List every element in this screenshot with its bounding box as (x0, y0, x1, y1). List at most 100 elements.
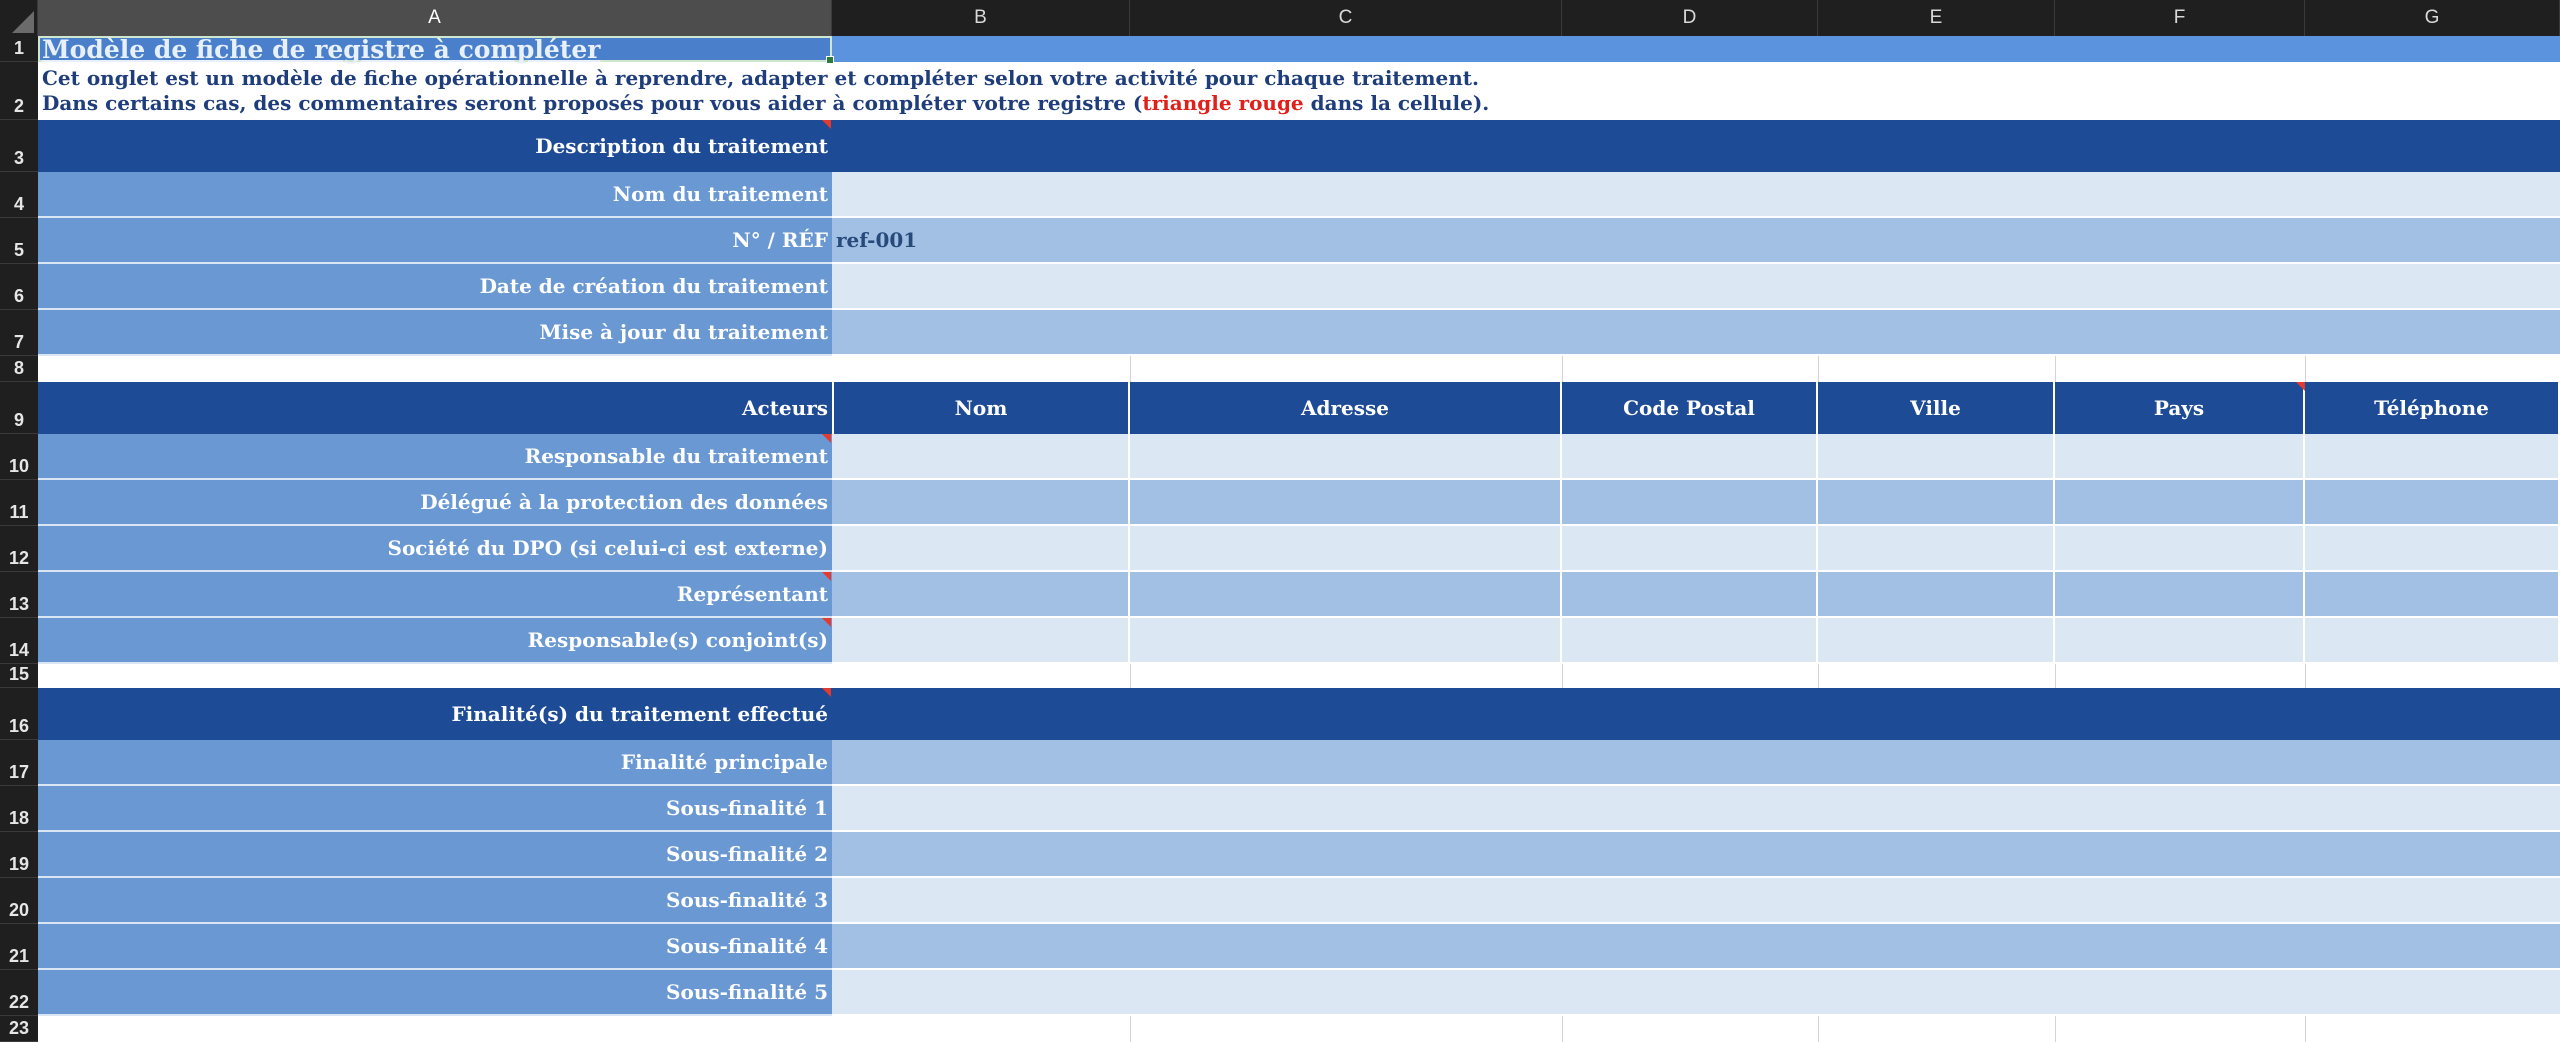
actor-cell-code-postal[interactable] (1562, 434, 1818, 480)
sheet-title: Modèle de fiche de registre à compléter (42, 35, 601, 64)
row-header-11[interactable]: 11 (0, 480, 38, 526)
gridline (1130, 356, 1131, 382)
actor-cell-pays[interactable] (2055, 572, 2305, 618)
comment-indicator-icon[interactable] (822, 434, 831, 443)
fill-handle[interactable] (826, 56, 834, 64)
actor-cell-adresse[interactable] (1130, 572, 1562, 618)
row-header-18[interactable]: 18 (0, 786, 38, 832)
finalite-label-sous-4: Sous-finalité 4 (38, 924, 832, 970)
row-header-20[interactable]: 20 (0, 878, 38, 924)
actor-cell-code-postal[interactable] (1562, 618, 1818, 664)
actor-cell-ville[interactable] (1818, 526, 2055, 572)
actor-cell-code-postal[interactable] (1562, 480, 1818, 526)
actor-cell-telephone[interactable] (2305, 526, 2560, 572)
row-header-5[interactable]: 5 (0, 218, 38, 264)
column-header-c[interactable]: C (1130, 0, 1562, 36)
actor-cell-pays[interactable] (2055, 480, 2305, 526)
actor-cell-code-postal[interactable] (1562, 526, 1818, 572)
row-header-12[interactable]: 12 (0, 526, 38, 572)
col-header-adresse: Adresse (1130, 382, 1562, 434)
title-row-fill (832, 36, 2560, 62)
actor-cell-telephone[interactable] (2305, 434, 2560, 480)
row-header-7[interactable]: 7 (0, 310, 38, 356)
finalite-value-principale[interactable] (832, 740, 2560, 786)
gridline (2305, 1016, 2306, 1042)
section-finalites[interactable]: Finalité(s) du traitement effectué (38, 688, 2560, 740)
row-header-16[interactable]: 16 (0, 688, 38, 740)
actor-cell-adresse[interactable] (1130, 480, 1562, 526)
row-header-8[interactable]: 8 (0, 356, 38, 382)
instruction-line-2-start: Dans certains cas, des commentaires sero… (42, 91, 1143, 115)
row-header-13[interactable]: 13 (0, 572, 38, 618)
section-acteurs-title: Acteurs (742, 396, 828, 420)
finalite-value-sous-1[interactable] (832, 786, 2560, 832)
comment-indicator-icon[interactable] (822, 120, 831, 129)
row-header-19[interactable]: 19 (0, 832, 38, 878)
actor-cell-pays[interactable] (2055, 618, 2305, 664)
finalite-value-sous-4[interactable] (832, 924, 2560, 970)
comment-indicator-icon[interactable] (2296, 382, 2305, 391)
actor-cell-ville[interactable] (1818, 618, 2055, 664)
actor-cell-nom[interactable] (832, 618, 1130, 664)
section-description-title: Description du traitement (535, 134, 828, 158)
actor-cell-code-postal[interactable] (1562, 572, 1818, 618)
row-header-17[interactable]: 17 (0, 740, 38, 786)
comment-indicator-icon[interactable] (822, 618, 831, 627)
actor-cell-nom[interactable] (832, 526, 1130, 572)
column-header-e[interactable]: E (1818, 0, 2055, 36)
actor-cell-adresse[interactable] (1130, 618, 1562, 664)
section-acteurs[interactable]: Acteurs Nom Adresse Code Postal Ville Pa… (38, 382, 2560, 434)
field-value-nom[interactable] (832, 172, 2560, 218)
row-header-21[interactable]: 21 (0, 924, 38, 970)
row-header-15[interactable]: 15 (0, 664, 38, 688)
finalite-label-sous-5: Sous-finalité 5 (38, 970, 832, 1016)
comment-indicator-icon[interactable] (822, 572, 831, 581)
actor-cell-adresse[interactable] (1130, 434, 1562, 480)
actor-cell-ville[interactable] (1818, 572, 2055, 618)
selected-cell-a1[interactable]: Modèle de fiche de registre à compléter (38, 35, 832, 64)
section-description[interactable]: Description du traitement (38, 120, 2560, 172)
actor-cell-ville[interactable] (1818, 480, 2055, 526)
column-header-g[interactable]: G (2305, 0, 2560, 36)
column-header-b[interactable]: B (832, 0, 1130, 36)
field-value-ref[interactable]: ref-001 (832, 218, 2560, 264)
finalite-value-sous-5[interactable] (832, 970, 2560, 1016)
row-header-3[interactable]: 3 (0, 120, 38, 172)
col-header-ville: Ville (1818, 382, 2055, 434)
section-finalites-title: Finalité(s) du traitement effectué (451, 702, 828, 726)
comment-indicator-icon[interactable] (822, 688, 831, 697)
gridline (1818, 1016, 1819, 1042)
field-value-date-creation[interactable] (832, 264, 2560, 310)
actor-cell-adresse[interactable] (1130, 526, 1562, 572)
gridline (1130, 664, 1131, 688)
row-header-6[interactable]: 6 (0, 264, 38, 310)
actor-cell-telephone[interactable] (2305, 572, 2560, 618)
col-header-pays: Pays (2055, 382, 2305, 434)
finalite-label-sous-3: Sous-finalité 3 (38, 878, 832, 924)
column-header-d[interactable]: D (1562, 0, 1818, 36)
actor-cell-telephone[interactable] (2305, 618, 2560, 664)
row-header-1[interactable]: 1 (0, 36, 38, 62)
row-header-14[interactable]: 14 (0, 618, 38, 664)
actor-cell-nom[interactable] (832, 434, 1130, 480)
actor-cell-pays[interactable] (2055, 434, 2305, 480)
actor-cell-nom[interactable] (832, 572, 1130, 618)
select-all-corner[interactable] (0, 0, 38, 36)
field-value-mise-a-jour[interactable] (832, 310, 2560, 356)
column-header-f[interactable]: F (2055, 0, 2305, 36)
row-header-10[interactable]: 10 (0, 434, 38, 480)
column-header-a[interactable]: A (38, 0, 832, 36)
actor-cell-pays[interactable] (2055, 526, 2305, 572)
select-all-triangle-icon (12, 11, 34, 33)
row-header-22[interactable]: 22 (0, 970, 38, 1016)
row-header-4[interactable]: 4 (0, 172, 38, 218)
actor-cell-ville[interactable] (1818, 434, 2055, 480)
row-header-9[interactable]: 9 (0, 382, 38, 434)
finalite-value-sous-2[interactable] (832, 832, 2560, 878)
actor-cell-telephone[interactable] (2305, 480, 2560, 526)
col-header-nom: Nom (832, 382, 1130, 434)
actor-cell-nom[interactable] (832, 480, 1130, 526)
row-header-2[interactable]: 2 (0, 62, 38, 120)
finalite-value-sous-3[interactable] (832, 878, 2560, 924)
row-header-23[interactable]: 23 (0, 1016, 38, 1042)
